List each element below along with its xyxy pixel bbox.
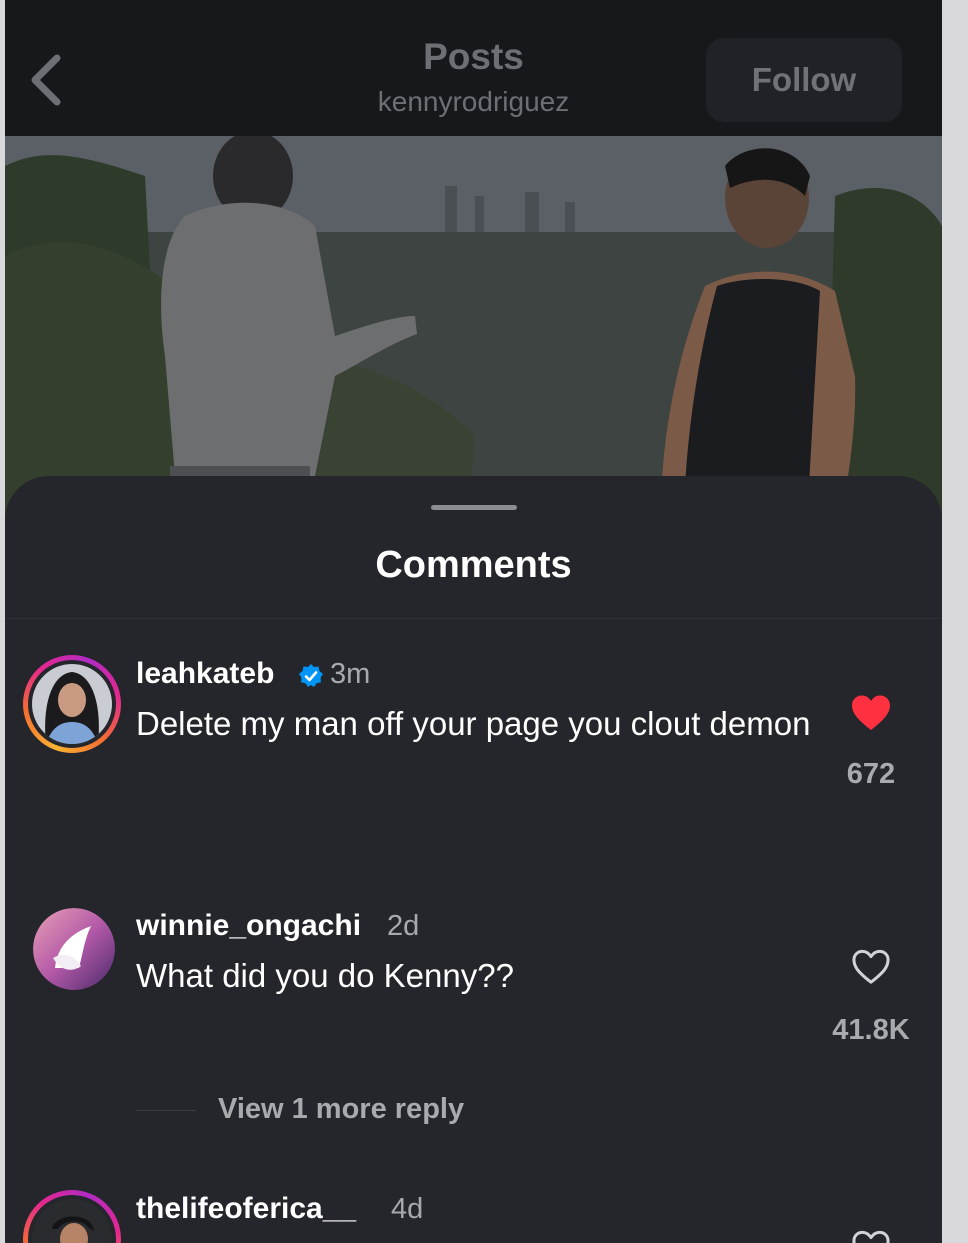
comment-time: 3m — [330, 658, 371, 690]
heart-outline-icon[interactable] — [851, 1230, 891, 1243]
heart-filled-icon[interactable] — [850, 694, 892, 732]
avatar-image — [32, 1199, 112, 1243]
avatar-winnie_ongachi[interactable] — [33, 908, 115, 990]
avatar-thelifeoferica__[interactable] — [23, 1190, 121, 1243]
app-frame: Posts kennyrodriguez Follow Comments lea… — [5, 0, 942, 1243]
replies-line — [136, 1110, 196, 1111]
heart-outline-icon[interactable] — [851, 949, 891, 985]
avatar-leahkateb[interactable] — [23, 655, 121, 753]
comments-title: Comments — [375, 544, 572, 586]
like-count[interactable]: 41.8K — [811, 1014, 931, 1047]
comment-text: What did you do Kenny?? — [136, 957, 514, 994]
avatar-image — [33, 908, 115, 990]
view-replies-button[interactable]: View 1 more reply — [218, 1093, 464, 1126]
like-count[interactable]: 672 — [811, 758, 931, 791]
drag-handle[interactable] — [431, 505, 517, 510]
top-bar: Posts kennyrodriguez Follow — [5, 0, 942, 136]
divider — [5, 618, 942, 619]
comment-time: 2d — [387, 910, 420, 942]
comment-username[interactable]: thelifeoferica__ — [136, 1192, 356, 1226]
verified-badge-icon — [299, 664, 323, 687]
avatar-image — [32, 664, 112, 744]
comment-username[interactable]: winnie_ongachi — [136, 909, 361, 943]
comment-time: 4d — [391, 1193, 424, 1225]
comments-sheet: Comments leahkateb 3m Delete my man off … — [5, 476, 942, 1243]
comment-username[interactable]: leahkateb — [136, 657, 274, 691]
follow-button[interactable]: Follow — [706, 38, 902, 122]
comment-text: Delete my man off your page you clout de… — [136, 705, 811, 742]
